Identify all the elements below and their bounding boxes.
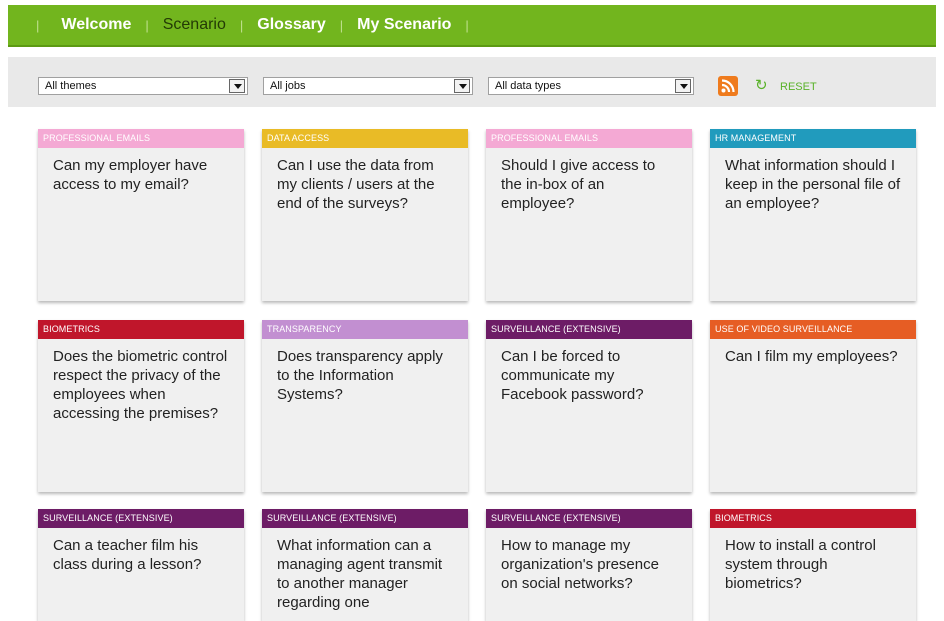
scenario-card[interactable]: BIOMETRICS Does the biometric control res… [38,320,244,492]
reset-button[interactable]: RESET [780,81,817,93]
category-badge: SURVEILLANCE (EXTENSIVE) [38,509,244,528]
category-badge: BIOMETRICS [710,509,916,528]
chevron-down-icon[interactable] [454,79,470,93]
top-navigation: | Welcome | Scenario | Glossary | My Sce… [8,5,936,47]
question-text[interactable]: Does the biometric control respect the p… [38,339,244,423]
question-text[interactable]: Can a teacher film his class during a le… [38,528,244,574]
question-text[interactable]: What information should I keep in the pe… [710,148,916,213]
chevron-down-icon[interactable] [675,79,691,93]
scenario-card[interactable]: BIOMETRICS How to install a control syste… [710,509,916,621]
scenario-card[interactable]: PROFESSIONAL EMAILS Can my employer have … [38,129,244,301]
question-text[interactable]: Can I be forced to communicate my Facebo… [486,339,692,404]
category-badge: SURVEILLANCE (EXTENSIVE) [262,509,468,528]
nav-scenario[interactable]: Scenario [163,16,226,34]
scenario-card[interactable]: HR MANAGEMENT What information should I k… [710,129,916,301]
category-badge: SURVEILLANCE (EXTENSIVE) [486,320,692,339]
nav-welcome[interactable]: Welcome [61,16,131,34]
category-badge: BIOMETRICS [38,320,244,339]
data-types-select[interactable]: All data types [488,77,694,95]
nav-separator: | [145,17,149,33]
scenario-card[interactable]: SURVEILLANCE (EXTENSIVE) How to manage my… [486,509,692,621]
question-text[interactable]: How to manage my organization's presence… [486,528,692,593]
category-badge: SURVEILLANCE (EXTENSIVE) [486,509,692,528]
question-text[interactable]: Can I film my employees? [710,339,916,366]
scenario-card[interactable]: USE OF VIDEO SURVEILLANCE Can I film my e… [710,320,916,492]
nav-glossary[interactable]: Glossary [257,16,325,34]
themes-select[interactable]: All themes [38,77,248,95]
scenario-card[interactable]: DATA ACCESS Can I use the data from my cl… [262,129,468,301]
rss-icon[interactable] [718,76,738,96]
scenario-card[interactable]: PROFESSIONAL EMAILS Should I give access … [486,129,692,301]
category-badge: PROFESSIONAL EMAILS [486,129,692,148]
nav-separator: | [339,17,344,33]
refresh-icon[interactable]: ↻ [755,78,768,93]
nav-separator: | [465,17,469,33]
question-text[interactable]: Does transparency apply to the Informati… [262,339,468,404]
category-badge: USE OF VIDEO SURVEILLANCE [710,320,916,339]
scenario-card[interactable]: TRANSPARENCY Does transparency apply to t… [262,320,468,492]
scenario-card[interactable]: SURVEILLANCE (EXTENSIVE) Can I be forced … [486,320,692,492]
question-text[interactable]: How to install a control system through … [710,528,916,593]
category-badge: PROFESSIONAL EMAILS [38,129,244,148]
scenario-card[interactable]: SURVEILLANCE (EXTENSIVE) Can a teacher fi… [38,509,244,621]
nav-separator: | [239,17,244,33]
question-text[interactable]: Should I give access to the in-box of an… [486,148,692,213]
jobs-select-value: All jobs [270,80,306,92]
themes-select-value: All themes [45,80,97,92]
scenario-card[interactable]: SURVEILLANCE (EXTENSIVE) What information… [262,509,468,621]
category-badge: DATA ACCESS [262,129,468,148]
question-text[interactable]: Can I use the data from my clients / use… [262,148,468,213]
nav-separator: | [36,17,40,33]
question-text[interactable]: What information can a managing agent tr… [262,528,468,612]
jobs-select[interactable]: All jobs [263,77,473,95]
data-types-select-value: All data types [495,80,562,92]
filter-bar: All themes All jobs All data types ↻ RES… [8,57,936,107]
chevron-down-icon[interactable] [229,79,245,93]
category-badge: HR MANAGEMENT [710,129,916,148]
category-badge: TRANSPARENCY [262,320,468,339]
question-text[interactable]: Can my employer have access to my email? [38,148,244,194]
nav-my-scenario[interactable]: My Scenario [357,16,451,34]
